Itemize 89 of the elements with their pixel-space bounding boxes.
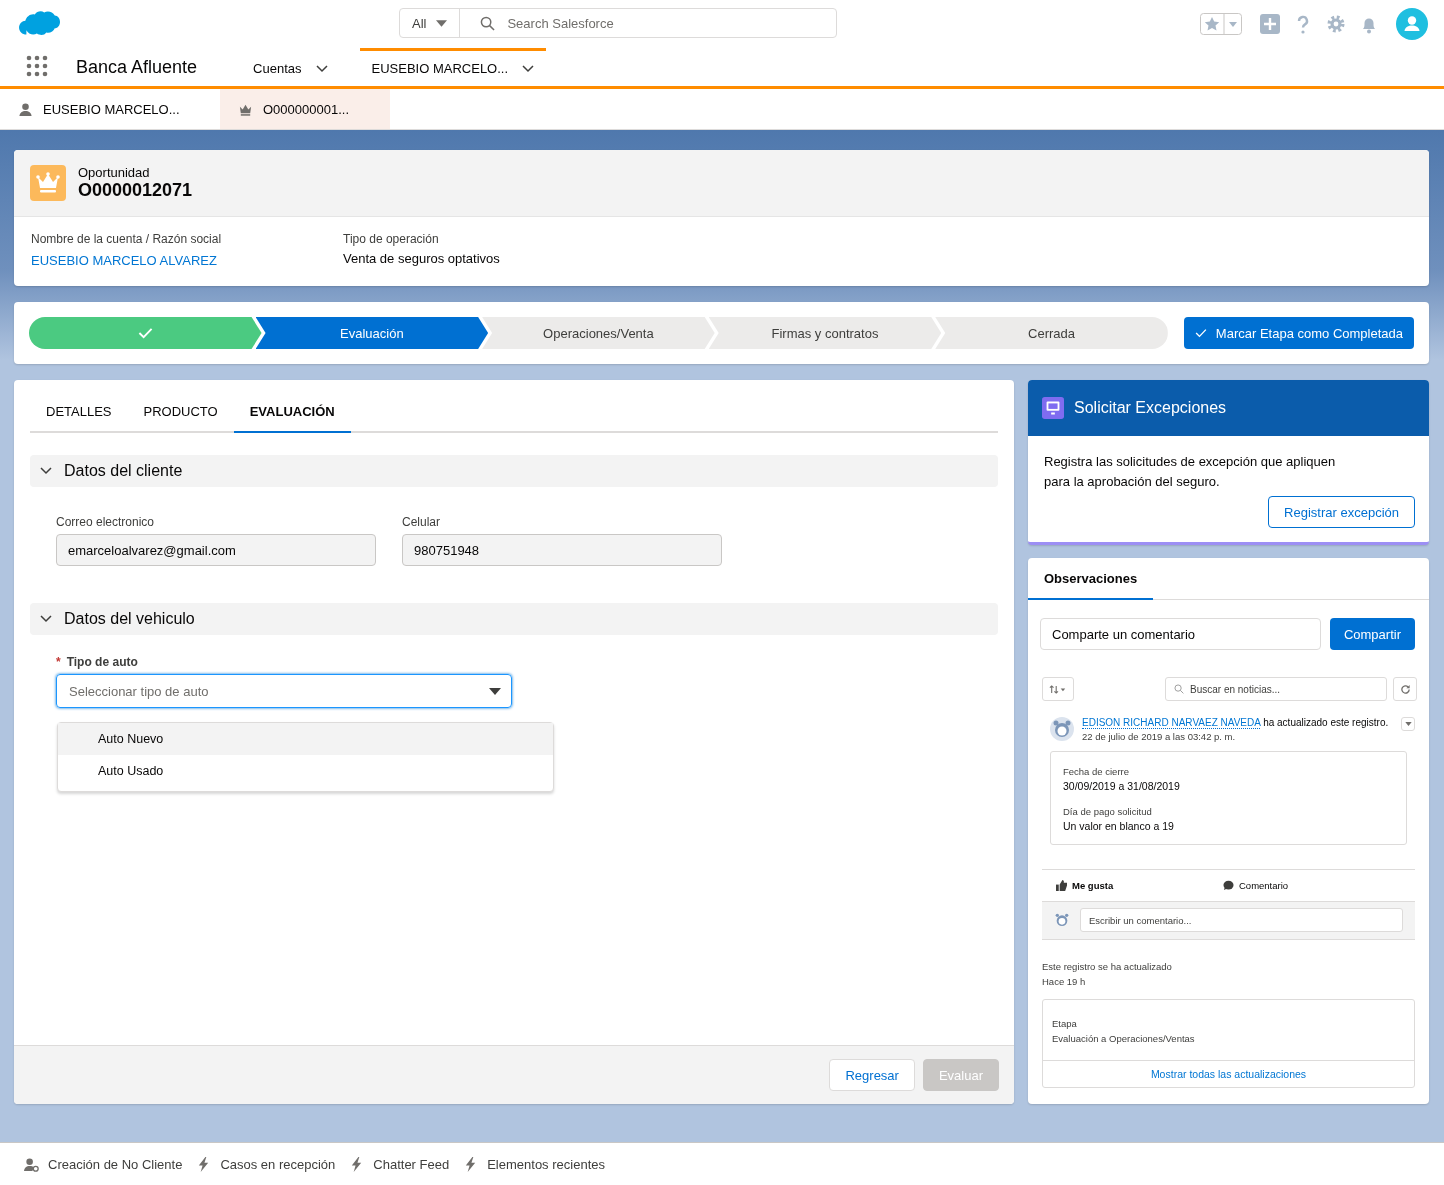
field-label: Correo electronico <box>56 515 156 529</box>
sort-button[interactable] <box>1042 677 1074 701</box>
show-all-link[interactable]: Mostrar todas las actualizaciones <box>1043 1061 1414 1087</box>
check-icon <box>137 327 153 339</box>
description-text: Registra las solicitudes de excepción que apliquen para la aprobación del seguro. <box>1044 453 1337 491</box>
nav-tab[interactable]: EUSEBIO MARCELO... <box>359 48 547 86</box>
utility-item[interactable]: Creación de No Cliente <box>24 1156 183 1172</box>
form-button[interactable]: Regresar <box>829 1059 915 1091</box>
add-icon[interactable] <box>1260 14 1280 34</box>
tab[interactable]: PRODUCTO <box>127 392 234 433</box>
workspace-tab[interactable]: EUSEBIO MARCELO... <box>0 89 220 129</box>
path-stage[interactable]: Firmas y contratos <box>708 317 942 349</box>
reply-field[interactable]: Escribir un comentario... <box>1080 908 1403 932</box>
share-button[interactable]: Compartir <box>1329 618 1415 650</box>
update-time: Hace 19 h <box>1042 975 1087 989</box>
tab[interactable]: DETALLES <box>30 392 128 433</box>
path-stage[interactable]: Operaciones/Venta <box>482 317 715 349</box>
post-menu-button[interactable] <box>1401 717 1415 731</box>
avatar-icon[interactable] <box>1396 8 1428 40</box>
user-avatar-icon <box>1050 717 1074 741</box>
global-search[interactable]: All Search Salesforce <box>399 8 837 38</box>
chevron-down-icon[interactable] <box>522 64 535 73</box>
search-icon <box>1174 684 1184 694</box>
thumbs-up-icon <box>1056 880 1067 891</box>
object-type: Oportunidad <box>78 165 151 180</box>
comment-button[interactable]: Comentario <box>1223 880 1390 891</box>
change-value: Evaluación a Operaciones/Ventas <box>1052 1032 1196 1046</box>
crown-icon <box>30 165 66 201</box>
comment-field[interactable]: Comparte un comentario <box>1040 618 1321 650</box>
dropdown-option[interactable]: Auto Nuevo <box>58 723 553 755</box>
change-label: Etapa <box>1052 1017 1078 1031</box>
caret-icon <box>489 687 501 695</box>
utility-item[interactable]: Chatter Feed <box>349 1156 450 1172</box>
person-icon <box>24 1156 39 1172</box>
change-value: 30/09/2019 a 31/08/2019 <box>1063 780 1181 792</box>
card-title: Solicitar Excepciones <box>1074 399 1227 417</box>
app-launcher-icon[interactable] <box>26 55 48 77</box>
search-scope-dropdown[interactable]: All <box>400 9 461 37</box>
dropdown-option[interactable]: Auto Usado <box>58 755 553 787</box>
tab[interactable]: Observaciones <box>1028 558 1154 600</box>
field-label: Celular <box>402 515 441 529</box>
label-text: Tipo de auto <box>66 655 138 669</box>
path-stage[interactable]: Cerrada <box>935 317 1168 349</box>
field-value: Venta de seguros optativos <box>343 251 501 266</box>
settings-icon[interactable] <box>1326 14 1346 34</box>
sort-icon <box>1049 684 1067 694</box>
text-field[interactable]: emarceloalvarez@gmail.com <box>56 534 376 566</box>
picklist-field[interactable]: Seleccionar tipo de auto <box>56 674 512 708</box>
like-button[interactable]: Me gusta <box>1056 880 1223 891</box>
caret-icon <box>1404 722 1412 726</box>
nav-tab[interactable]: Cuentas <box>241 48 340 86</box>
check-icon <box>1194 328 1207 338</box>
update-text: Este registro se ha actualizado <box>1042 960 1173 974</box>
speech-bubble-icon <box>1223 880 1234 891</box>
post-time: 22 de julio de 2019 a las 03:42 p. m. <box>1082 731 1237 742</box>
search-icon <box>480 15 496 31</box>
change-label: Fecha de cierre <box>1063 766 1130 777</box>
change-value: Un valor en blanco a 19 <box>1063 820 1175 832</box>
chevron-icon <box>40 615 52 623</box>
section-header[interactable]: Datos del cliente <box>30 455 998 487</box>
path-stage[interactable]: Evaluación <box>255 317 489 349</box>
field-label: Nombre de la cuenta / Razón social <box>31 232 223 246</box>
account-link[interactable]: EUSEBIO MARCELO ALVAREZ <box>31 253 217 268</box>
post-text: EDISON RICHARD NARVAEZ NAVEDA ha actualizado este registro. <box>1082 717 1390 728</box>
refresh-button[interactable] <box>1393 677 1417 701</box>
utility-item[interactable]: Casos en recepción <box>196 1156 336 1172</box>
path-stage[interactable] <box>29 317 262 349</box>
field-label: Tipo de operación <box>343 232 440 246</box>
author-link[interactable]: EDISON RICHARD NARVAEZ NAVEDA <box>1082 717 1261 729</box>
workspace-tab[interactable]: O000000001... <box>220 89 390 129</box>
monitor-icon <box>1042 397 1064 419</box>
required-mark: * <box>56 655 61 669</box>
tab[interactable]: EVALUACIÓN <box>233 392 351 433</box>
register-exception-button[interactable]: Registrar excepción <box>1268 496 1415 528</box>
caret-icon <box>436 19 448 27</box>
change-label: Día de pago solicitud <box>1063 806 1153 817</box>
feed-search-field[interactable]: Buscar en noticias... <box>1165 677 1387 701</box>
refresh-icon <box>1399 683 1411 695</box>
section-header[interactable]: Datos del vehiculo <box>30 603 998 635</box>
favorites-icon[interactable] <box>1200 13 1242 35</box>
text-field[interactable]: 980751948 <box>402 534 722 566</box>
record-title: O0000012071 <box>78 180 193 201</box>
chevron-icon <box>40 467 52 475</box>
mark-complete-button[interactable]: Marcar Etapa como Completada <box>1183 317 1414 349</box>
user-avatar-icon <box>1054 912 1070 928</box>
person-icon <box>18 101 33 117</box>
chevron-down-icon[interactable] <box>315 64 328 73</box>
app-name: Banca Afluente <box>76 57 198 79</box>
utility-item[interactable]: Elementos recientes <box>463 1156 605 1172</box>
